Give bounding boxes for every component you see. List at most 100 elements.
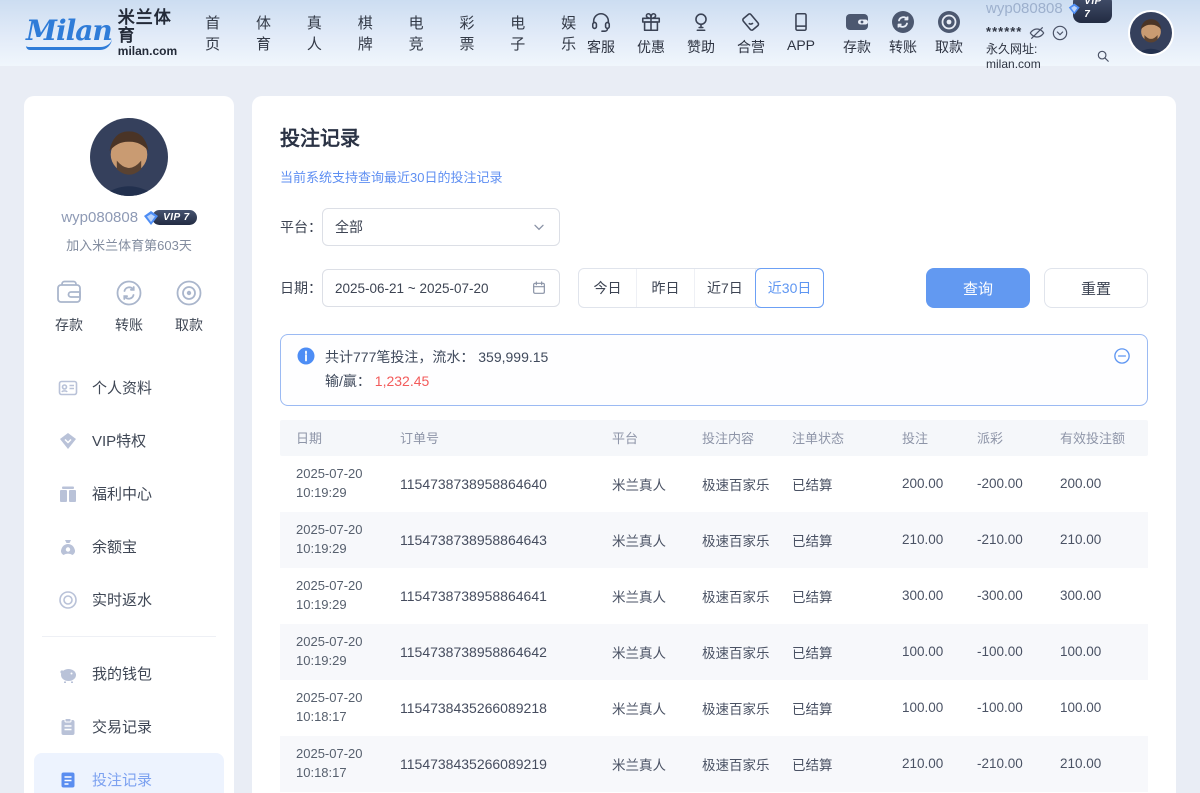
- permanent-url: 永久网址: milan.com: [986, 42, 1093, 72]
- sidebar-transfer-button[interactable]: 转账: [114, 278, 144, 335]
- transfer-dark-icon: [890, 10, 916, 34]
- page-subtitle: 当前系统支持查询最近30日的投注记录: [280, 167, 1148, 186]
- magnifier-icon[interactable]: [1096, 49, 1112, 65]
- wallet-dark-icon: [844, 10, 870, 34]
- loss-value: 1,232.45: [375, 373, 430, 389]
- nav-item-lottery[interactable]: 彩票: [459, 12, 482, 54]
- chevron-circle-icon[interactable]: [1052, 25, 1068, 41]
- nav-item-entertainment[interactable]: 娱乐: [561, 12, 584, 54]
- clipboard-icon: [58, 717, 78, 737]
- wallet-outline-icon: [54, 278, 84, 308]
- platform-filter-row: 平台： 全部: [280, 208, 1148, 246]
- user-info-block: wyp080808 VIP 7 ****** 永久网址: milan.com: [986, 0, 1112, 72]
- withdraw-button[interactable]: 取款: [932, 10, 966, 57]
- col-header-order: 订单号: [398, 428, 610, 447]
- withdraw-outline-icon: [174, 278, 204, 308]
- sidebar-item-vip[interactable]: VIP特权: [34, 414, 224, 467]
- nav-item-sports[interactable]: 体育: [256, 12, 279, 54]
- topbar-actions: 客服 优惠 赞助 合营: [584, 10, 818, 57]
- deposit-button[interactable]: 存款: [840, 10, 874, 57]
- summary-total: 共计777笔投注，流水： 359,999.15: [325, 346, 1113, 370]
- quick-date-30days[interactable]: 近30日: [755, 268, 825, 308]
- piggy-bank-icon: [58, 664, 78, 684]
- sponsor-button[interactable]: 赞助: [684, 10, 718, 57]
- handshake-icon: [739, 10, 763, 34]
- bet-record-doc-icon: [58, 770, 78, 790]
- menu-divider: [42, 636, 216, 637]
- topbar: Milan 米兰体育 milan.com 首页 体育 真人 棋牌 电竞 彩票 电…: [0, 0, 1200, 66]
- sidebar-item-rebate[interactable]: 实时返水: [34, 573, 224, 626]
- table-row: 2025-07-2010:19:29 1154738738958864641 米…: [280, 568, 1148, 624]
- transfer-button[interactable]: 转账: [886, 10, 920, 57]
- chevron-down-icon: [531, 219, 547, 235]
- sidebar-item-transactions[interactable]: 交易记录: [34, 700, 224, 753]
- trophy-icon: [689, 10, 713, 34]
- nav-item-slots[interactable]: 电子: [510, 12, 533, 54]
- date-filter-row: 日期： 2025-06-21 ~ 2025-07-20 今日 昨日 近7日 近3…: [280, 268, 1148, 308]
- col-header-status: 注单状态: [790, 428, 900, 447]
- withdraw-dark-icon: [936, 10, 962, 34]
- app-button[interactable]: APP: [784, 10, 818, 57]
- username: wyp080808: [986, 0, 1063, 18]
- bet-records-table: 日期 订单号 平台 投注内容 注单状态 投注 派彩 有效投注额 2025-07-…: [280, 420, 1148, 792]
- brand-logo[interactable]: Milan 米兰体育 milan.com: [26, 9, 177, 57]
- table-row: 2025-07-2010:19:29 1154738738958864643 米…: [280, 512, 1148, 568]
- table-row: 2025-07-2010:19:29 1154738738958864642 米…: [280, 624, 1148, 680]
- topbar-wallet-actions: 存款 转账 取款: [840, 10, 966, 57]
- id-card-icon: [58, 378, 78, 398]
- gift-icon: [639, 10, 663, 34]
- table-row: 2025-07-2010:19:29 1154738738958864640 米…: [280, 456, 1148, 512]
- query-button[interactable]: 查询: [926, 268, 1030, 308]
- platform-label: 平台：: [280, 217, 322, 237]
- nav-item-home[interactable]: 首页: [205, 12, 228, 54]
- sidebar-item-yuebao[interactable]: 余额宝: [34, 520, 224, 573]
- eye-off-icon[interactable]: [1029, 25, 1045, 41]
- date-label: 日期：: [280, 278, 322, 298]
- service-button[interactable]: 客服: [584, 10, 618, 57]
- transfer-outline-icon: [114, 278, 144, 308]
- col-header-payout: 派彩: [975, 428, 1058, 447]
- sidebar-quick-actions: 存款 转账 取款: [24, 278, 234, 335]
- loss-label: 输/赢：: [325, 373, 375, 389]
- col-header-platform: 平台: [610, 428, 700, 447]
- sidebar-item-profile[interactable]: 个人资料: [34, 361, 224, 414]
- reset-button[interactable]: 重置: [1044, 268, 1148, 308]
- gem-icon: [143, 210, 159, 226]
- gem-icon: [1068, 1, 1080, 17]
- quick-date-yesterday[interactable]: 昨日: [637, 269, 695, 307]
- nav-item-live[interactable]: 真人: [307, 12, 330, 54]
- phone-icon: [789, 10, 813, 34]
- minus-circle-icon[interactable]: [1113, 347, 1131, 365]
- sidebar-avatar[interactable]: [90, 118, 168, 196]
- nav-item-esports[interactable]: 电竞: [409, 12, 432, 54]
- headset-icon: [589, 10, 613, 34]
- main-nav: 首页 体育 真人 棋牌 电竞 彩票 电子 娱乐: [205, 12, 584, 54]
- sidebar-withdraw-button[interactable]: 取款: [174, 278, 204, 335]
- col-header-bet: 投注: [900, 428, 975, 447]
- col-header-content: 投注内容: [700, 428, 790, 447]
- sidebar-item-bet-records[interactable]: 投注记录: [34, 753, 224, 793]
- partner-button[interactable]: 合营: [734, 10, 768, 57]
- calendar-icon: [531, 280, 547, 296]
- avatar[interactable]: [1128, 10, 1174, 56]
- quick-date-today[interactable]: 今日: [579, 269, 637, 307]
- sidebar-item-wallet[interactable]: 我的钱包: [34, 647, 224, 700]
- sidebar-vip-badge[interactable]: VIP 7: [143, 210, 197, 226]
- brand-logo-script: Milan: [26, 17, 112, 50]
- balance-mask: ******: [986, 24, 1022, 40]
- table-row: 2025-07-2010:18:17 1154738435266089219 米…: [280, 736, 1148, 792]
- filter-buttons: 查询 重置: [926, 268, 1148, 308]
- promo-button[interactable]: 优惠: [634, 10, 668, 57]
- page: Milan 米兰体育 milan.com 首页 体育 真人 棋牌 电竞 彩票 电…: [0, 0, 1200, 793]
- platform-select[interactable]: 全部: [322, 208, 560, 246]
- vip-badge[interactable]: VIP 7: [1068, 0, 1112, 23]
- info-icon: [297, 347, 315, 365]
- sidebar-item-welfare[interactable]: 福利中心: [34, 467, 224, 520]
- welfare-gift-icon: [58, 484, 78, 504]
- nav-item-cards[interactable]: 棋牌: [358, 12, 381, 54]
- quick-date-7days[interactable]: 近7日: [695, 269, 756, 307]
- summary-banner: 共计777笔投注，流水： 359,999.15 输/赢： 1,232.45: [280, 334, 1148, 406]
- vip-diamond-icon: [58, 431, 78, 451]
- date-range-input[interactable]: 2025-06-21 ~ 2025-07-20: [322, 269, 560, 307]
- sidebar-deposit-button[interactable]: 存款: [54, 278, 84, 335]
